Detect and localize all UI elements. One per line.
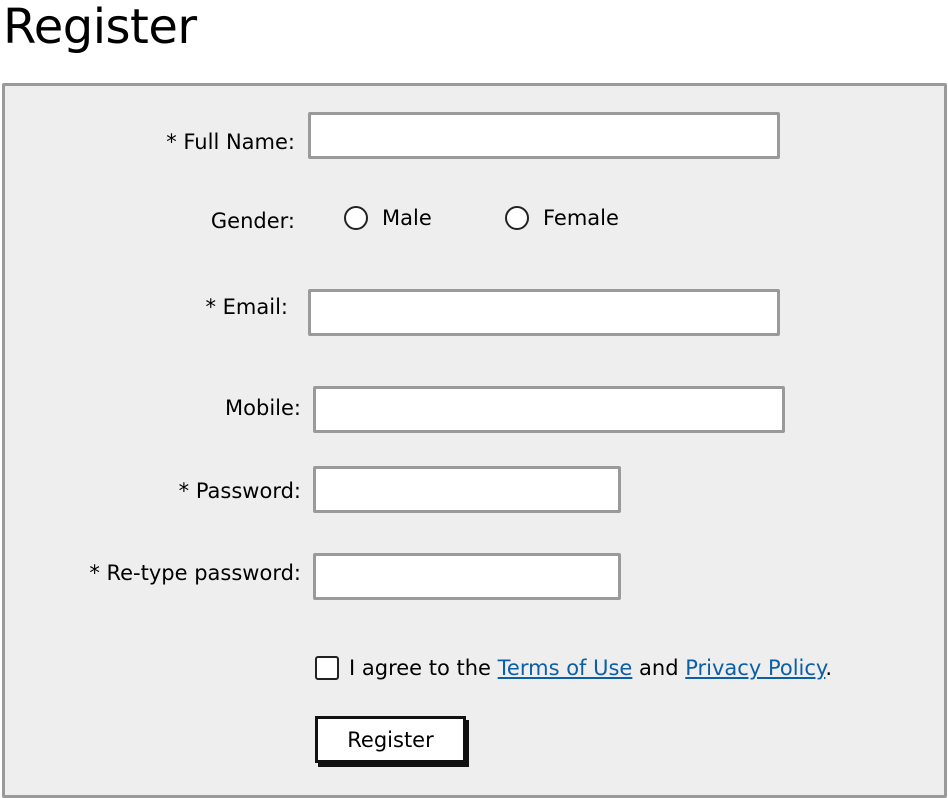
- retype-password-label: * Re-type password:: [89, 561, 301, 585]
- agree-middle: and: [639, 656, 679, 680]
- female-radio[interactable]: [505, 206, 529, 230]
- full-name-label: * Full Name:: [166, 130, 295, 154]
- password-input[interactable]: [313, 466, 621, 513]
- register-button[interactable]: Register: [315, 716, 466, 763]
- register-form-panel: * Full Name: Gender: Male Female * Email…: [2, 83, 947, 798]
- email-input[interactable]: [308, 289, 780, 336]
- gender-option-female[interactable]: Female: [505, 205, 619, 231]
- retype-password-input[interactable]: [313, 553, 621, 600]
- privacy-policy-link[interactable]: Privacy Policy: [685, 656, 825, 680]
- agree-suffix: .: [825, 656, 833, 680]
- password-label: * Password:: [178, 479, 301, 503]
- gender-option-male[interactable]: Male: [344, 205, 432, 231]
- agree-text: I agree to the Terms of Use and Privacy …: [349, 655, 832, 681]
- male-radio-label[interactable]: Male: [382, 205, 432, 231]
- email-label: * Email:: [205, 295, 288, 319]
- male-radio[interactable]: [344, 206, 368, 230]
- mobile-label: Mobile:: [225, 396, 301, 420]
- full-name-input[interactable]: [308, 112, 780, 159]
- page-title: Register: [3, 0, 197, 55]
- agree-checkbox[interactable]: [315, 656, 339, 680]
- gender-label: Gender:: [210, 209, 295, 233]
- terms-of-use-link[interactable]: Terms of Use: [498, 656, 633, 680]
- mobile-input[interactable]: [313, 386, 785, 433]
- agree-prefix: I agree to the: [349, 656, 491, 680]
- female-radio-label[interactable]: Female: [543, 205, 619, 231]
